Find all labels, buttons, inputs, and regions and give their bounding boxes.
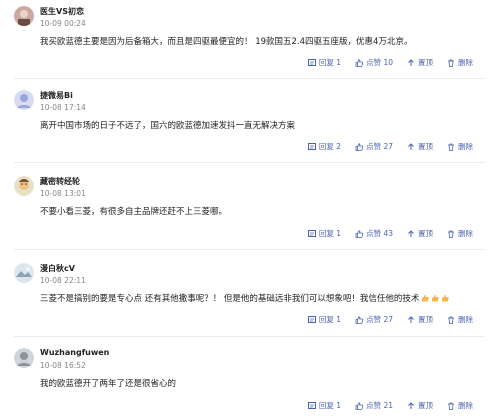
delete-label: 删除: [458, 229, 473, 238]
avatar[interactable]: [14, 90, 34, 110]
thumbs-up-icon: [355, 58, 364, 67]
pin-top-button[interactable]: 置顶: [407, 400, 433, 411]
arrow-up-icon: [408, 58, 414, 66]
avatar[interactable]: [14, 176, 34, 196]
thumbs-up-emoji-icon: [442, 294, 450, 302]
like-button[interactable]: 点赞 27: [355, 314, 393, 325]
timestamp: 10-08 17:14: [40, 103, 86, 112]
delete-button[interactable]: 删除: [447, 141, 473, 152]
delete-label: 删除: [458, 401, 473, 410]
reply-button[interactable]: 回复 1: [307, 314, 342, 325]
delete-button[interactable]: 删除: [447, 400, 473, 411]
reply-icon: [307, 229, 316, 237]
comment-actions: 回复 1 点赞 43 置顶 删除: [307, 228, 473, 239]
reply-button[interactable]: 回复 1: [307, 400, 342, 411]
pin-top-button[interactable]: 置顶: [407, 141, 433, 152]
trash-icon: [448, 230, 454, 238]
reply-button[interactable]: 回复 1: [307, 57, 342, 68]
timestamp: 10-08 22:11: [40, 276, 86, 285]
pin-top-button[interactable]: 置顶: [407, 57, 433, 68]
delete-label: 删除: [458, 315, 473, 324]
thumbs-up-emoji-icon: [432, 294, 440, 302]
comment-actions: 回复 1 点赞 10 置顶 删除: [307, 57, 473, 68]
thumbs-up-icon: [355, 142, 364, 151]
like-label: 点赞 21: [366, 401, 393, 410]
reply-button[interactable]: 回复 2: [307, 141, 342, 152]
username[interactable]: 漫白秋cV: [40, 263, 75, 274]
divider: [14, 336, 485, 337]
pin-top-label: 置顶: [418, 401, 433, 410]
arrow-up-icon: [408, 401, 414, 409]
timestamp: 10-08 16:52: [40, 361, 86, 370]
pin-top-button[interactable]: 置顶: [407, 314, 433, 325]
like-button[interactable]: 点赞 43: [355, 228, 393, 239]
delete-button[interactable]: 删除: [447, 314, 473, 325]
like-label: 点赞 27: [366, 142, 393, 151]
like-label: 点赞 43: [366, 229, 393, 238]
username[interactable]: Wuzhangfuwen: [40, 348, 109, 357]
avatar[interactable]: [14, 348, 34, 368]
delete-button[interactable]: 删除: [447, 228, 473, 239]
reply-label: 回复 1: [318, 58, 342, 67]
thumbs-up-icon: [355, 229, 364, 238]
divider: [14, 78, 485, 79]
like-label: 点赞 10: [366, 58, 393, 67]
pin-top-label: 置顶: [418, 142, 433, 151]
username[interactable]: 藏密转经轮: [40, 176, 80, 187]
reply-label: 回复 1: [318, 229, 342, 238]
avatar[interactable]: [14, 6, 34, 26]
timestamp: 10-08 13:01: [40, 189, 86, 198]
like-button[interactable]: 点赞 27: [355, 141, 393, 152]
like-button[interactable]: 点赞 21: [355, 400, 393, 411]
trash-icon: [448, 316, 454, 324]
comment-text: 我买欧蓝德主要是因为后备箱大，而且是四驱最便宜的！ 19款国五2.4四驱五座版，…: [40, 37, 413, 47]
delete-label: 删除: [458, 58, 473, 67]
trash-icon: [448, 143, 454, 151]
username[interactable]: 捷微易Bi: [40, 90, 73, 101]
comment-text-body: 三菱不是搞别的要是专心点 还有其他撒事呢？！ 但是他的基础远非我们可以想象吧！我…: [40, 294, 420, 304]
like-label: 点赞 27: [366, 315, 393, 324]
reply-icon: [307, 58, 316, 66]
reply-icon: [307, 315, 316, 323]
pin-top-label: 置顶: [418, 58, 433, 67]
thumbs-up-emoji-icon: [422, 294, 430, 302]
reply-label: 回复 2: [318, 142, 342, 151]
comment-text: 三菱不是搞别的要是专心点 还有其他撒事呢？！ 但是他的基础远非我们可以想象吧！我…: [40, 292, 450, 304]
comment-text: 不要小看三菱，有很多自主品牌还赶不上三菱哪。: [40, 207, 228, 217]
comment-actions: 回复 2 点赞 27 置顶 删除: [307, 141, 473, 152]
reply-button[interactable]: 回复 1: [307, 228, 342, 239]
username[interactable]: 医生VS初恋: [40, 6, 84, 17]
reply-icon: [307, 142, 316, 150]
like-button[interactable]: 点赞 10: [355, 57, 393, 68]
comment-text: 我的欧蓝德开了两年了还是很省心的: [40, 379, 177, 389]
reply-label: 回复 1: [318, 315, 342, 324]
thumbs-up-icon: [355, 315, 364, 324]
arrow-up-icon: [408, 315, 414, 323]
trash-icon: [448, 402, 454, 410]
avatar[interactable]: [14, 263, 34, 283]
comment-actions: 回复 1 点赞 21 置顶 删除: [307, 400, 473, 411]
arrow-up-icon: [408, 229, 414, 237]
trash-icon: [448, 59, 454, 67]
divider: [14, 249, 485, 250]
arrow-up-icon: [408, 142, 414, 150]
delete-label: 删除: [458, 142, 473, 151]
divider: [14, 162, 485, 163]
pin-top-label: 置顶: [418, 229, 433, 238]
delete-button[interactable]: 删除: [447, 57, 473, 68]
comment-actions: 回复 1 点赞 27 置顶 删除: [307, 314, 473, 325]
pin-top-label: 置顶: [418, 315, 433, 324]
reply-label: 回复 1: [318, 401, 342, 410]
reply-icon: [307, 401, 316, 409]
comment-text: 离开中国市场的日子不远了，国六的欧蓝德加速发抖一直无解决方案: [40, 121, 296, 131]
thumbs-up-icon: [355, 401, 364, 410]
timestamp: 10-09 00:24: [40, 19, 86, 28]
pin-top-button[interactable]: 置顶: [407, 228, 433, 239]
